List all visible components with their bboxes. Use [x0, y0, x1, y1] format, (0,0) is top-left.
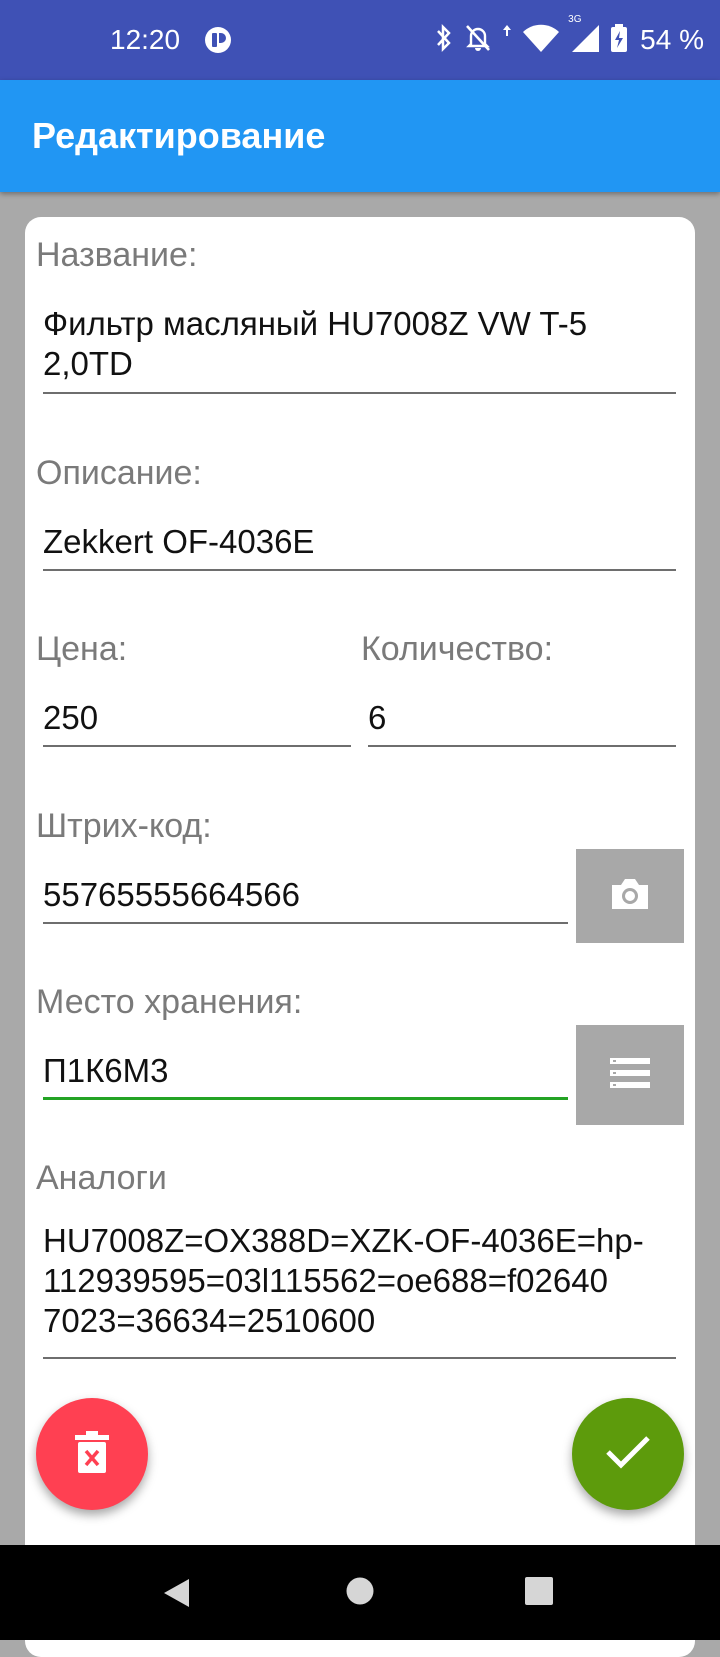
analogs-label: Аналоги: [36, 1159, 167, 1197]
storage-field[interactable]: П1К6М3: [43, 1051, 543, 1091]
price-field[interactable]: 250: [43, 698, 343, 738]
network-type-label: 3G: [568, 13, 582, 25]
status-bar: 12:20 3G 54 %: [0, 0, 720, 80]
status-time: 12:20: [110, 24, 181, 55]
storage-field-underline: [43, 1097, 568, 1100]
app-notification-icon: [204, 26, 232, 59]
select-storage-button[interactable]: [576, 1025, 684, 1125]
price-field-underline: [43, 745, 351, 747]
delete-icon: [74, 1430, 110, 1479]
home-icon[interactable]: [346, 1577, 374, 1610]
navigation-bar: [0, 1545, 720, 1640]
barcode-label: Штрих-код:: [36, 807, 212, 845]
data-transfer-icon: [502, 23, 512, 58]
name-field[interactable]: Фильтр масляный HU7008Z VW T-5 2,0TD: [43, 304, 663, 384]
scan-barcode-button[interactable]: [576, 849, 684, 943]
barcode-field[interactable]: 55765555664566: [43, 875, 543, 915]
price-label: Цена:: [36, 630, 128, 668]
cellular-signal-icon: 3G: [568, 14, 600, 58]
status-icons: 3G 54 %: [434, 14, 704, 60]
name-label: Название:: [36, 236, 198, 274]
quantity-label: Количество:: [361, 630, 554, 668]
description-field-underline: [43, 569, 676, 571]
barcode-field-underline: [43, 922, 568, 924]
delete-button[interactable]: [36, 1398, 148, 1510]
quantity-field-underline: [368, 745, 676, 747]
quantity-field[interactable]: 6: [368, 698, 668, 738]
check-icon: [604, 1434, 652, 1475]
battery-percentage: 54 %: [640, 24, 704, 55]
back-icon[interactable]: [162, 1577, 192, 1614]
notifications-off-icon: [464, 23, 492, 58]
save-button[interactable]: [572, 1398, 684, 1510]
analogs-field[interactable]: HU7008Z=OX388D=XZK-OF-4036E=hp- 11293959…: [43, 1221, 683, 1341]
app-bar: Редактирование: [0, 80, 720, 192]
description-label: Описание:: [36, 454, 202, 492]
camera-icon: [609, 876, 651, 917]
storage-label: Место хранения:: [36, 983, 303, 1021]
wifi-icon: [522, 23, 560, 58]
bluetooth-icon: [434, 23, 454, 58]
name-field-underline: [43, 392, 676, 394]
list-icon: [609, 1056, 651, 1095]
battery-charging-icon: [610, 23, 628, 58]
description-field[interactable]: Zekkert OF-4036E: [43, 522, 663, 562]
recents-icon[interactable]: [525, 1577, 553, 1610]
analogs-field-underline: [43, 1357, 676, 1359]
page-title: Редактирование: [32, 115, 326, 156]
